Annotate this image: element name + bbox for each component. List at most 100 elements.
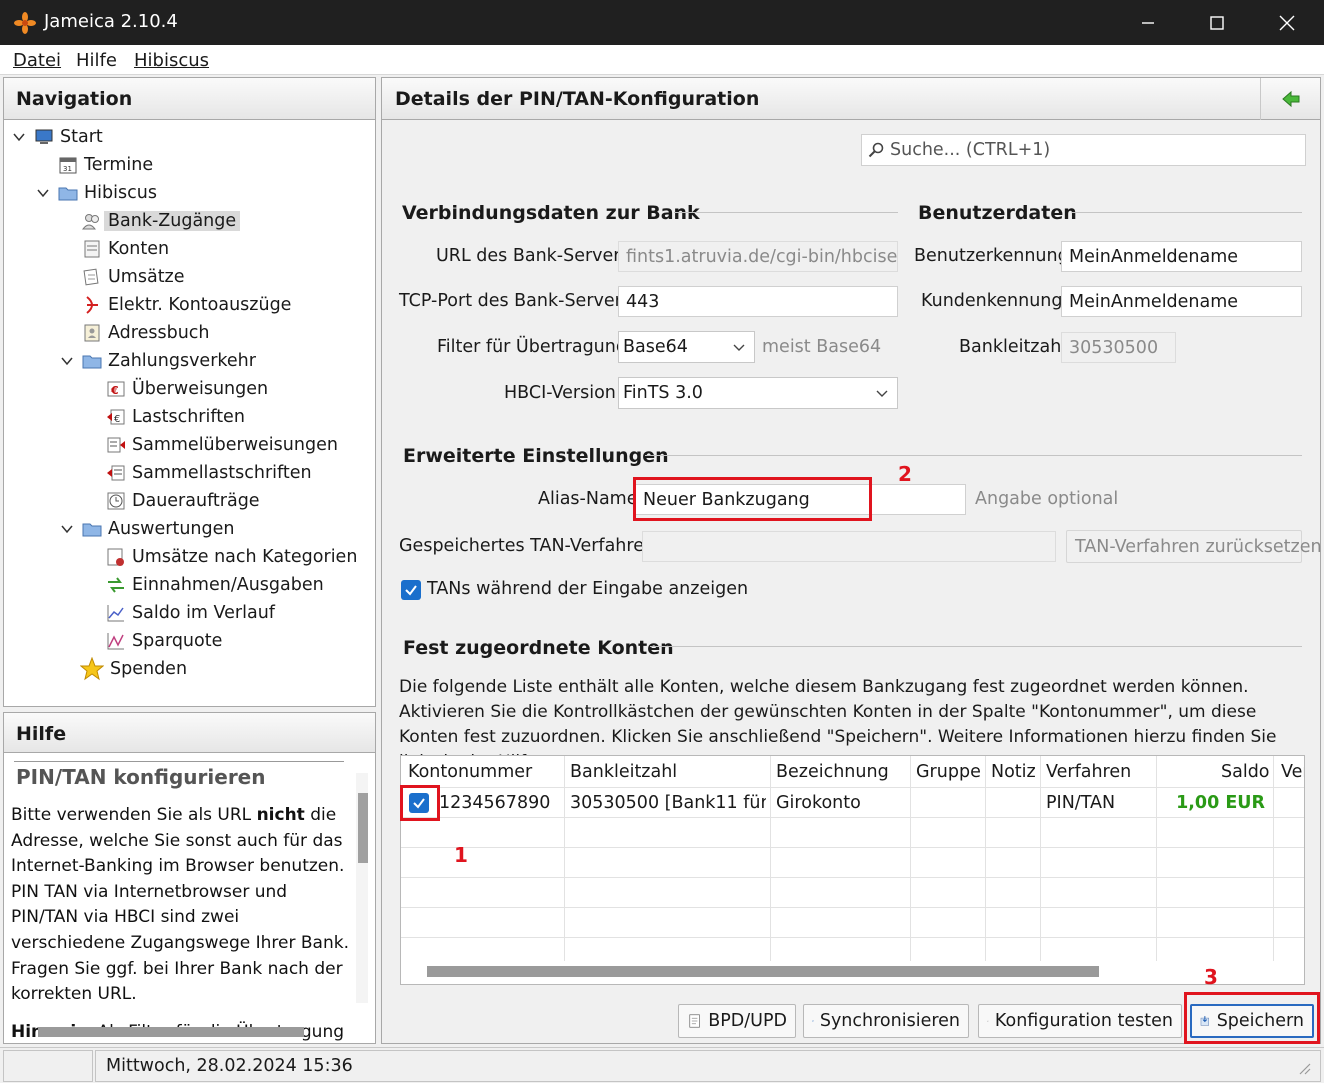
synchronize-button[interactable]: Synchronisieren	[803, 1004, 969, 1038]
annotation-number-1: 1	[454, 843, 468, 867]
help-panel: Hilfe PIN/TAN konfigurieren Bitte verwen…	[3, 712, 376, 1044]
nav-label: Adressbuch	[108, 323, 210, 343]
nav-item-kontoauszuege[interactable]: Elektr. Kontoauszüge	[82, 292, 291, 318]
nav-item-dauerauftraege[interactable]: Daueraufträge	[106, 488, 260, 514]
column-header-bankleitzahl[interactable]: Bankleitzahl	[570, 762, 677, 782]
save-button[interactable]: Speichern	[1190, 1004, 1314, 1038]
hbci-select[interactable]: FinTS 3.0	[618, 377, 898, 409]
nav-label: Sammelüberweisungen	[132, 435, 338, 455]
help-header: Hilfe	[4, 713, 375, 753]
nav-item-ueberweisungen[interactable]: € Überweisungen	[106, 376, 268, 402]
filter-select[interactable]: Base64	[618, 331, 755, 363]
column-header-ver[interactable]: Ver	[1281, 762, 1304, 782]
document-icon	[689, 1014, 700, 1028]
income-expense-icon	[108, 577, 124, 593]
nav-label: Hibiscus	[84, 183, 157, 203]
nav-item-einnahmen-ausgaben[interactable]: Einnahmen/Ausgaben	[106, 572, 324, 598]
tan-field	[642, 531, 1056, 562]
line-chart-icon	[107, 605, 124, 622]
search-input[interactable]: Suche... (CTRL+1)	[861, 134, 1306, 166]
account-icon	[84, 240, 100, 258]
section-divider	[674, 212, 898, 213]
userid-field[interactable]: MeinAnmeldename	[1061, 241, 1302, 272]
resize-grip-icon[interactable]	[1296, 1060, 1312, 1076]
transactions-icon	[83, 268, 99, 286]
maximize-icon	[1210, 15, 1224, 30]
nav-item-konten[interactable]: Konten	[82, 236, 169, 262]
nav-label: Bank-Zugänge	[104, 211, 241, 231]
nav-item-hibiscus[interactable]: Hibiscus	[36, 180, 157, 206]
sync-icon	[812, 1020, 814, 1022]
batch-debit-icon	[107, 465, 125, 481]
details-panel: Details der PIN/TAN-Konfiguration Suche.…	[381, 77, 1322, 1044]
status-datetime: Mittwoch, 28.02.2024 15:36	[95, 1050, 1321, 1082]
status-bar: Mittwoch, 28.02.2024 15:36	[0, 1047, 1324, 1083]
lightbulb-icon	[987, 1020, 989, 1022]
nav-label: Elektr. Kontoauszüge	[108, 295, 292, 315]
nav-item-saldo-verlauf[interactable]: Saldo im Verlauf	[106, 600, 275, 626]
port-field[interactable]: 443	[618, 286, 898, 317]
jameica-logo-icon	[14, 12, 36, 34]
collapse-icon[interactable]	[60, 354, 74, 368]
collapse-icon[interactable]	[12, 130, 26, 144]
svg-text:31: 31	[63, 165, 72, 173]
nav-item-lastschriften[interactable]: € Lastschriften	[106, 404, 245, 430]
column-header-verfahren[interactable]: Verfahren	[1046, 762, 1131, 782]
back-button[interactable]	[1260, 78, 1320, 120]
nav-item-sparquote[interactable]: Sparquote	[106, 628, 222, 654]
section-divider	[650, 646, 1302, 647]
nav-label: Konten	[108, 239, 170, 259]
show-tans-checkbox[interactable]	[401, 580, 421, 600]
nav-item-termine[interactable]: 31 Termine	[58, 152, 153, 178]
folder-icon	[82, 523, 102, 537]
nav-item-umsaetze-kategorien[interactable]: Umsätze nach Kategorien	[106, 544, 357, 570]
nav-label: Überweisungen	[132, 379, 269, 399]
menu-hilfe[interactable]: Hilfe	[76, 50, 117, 71]
nav-item-bank-zugaenge[interactable]: Bank-Zugänge	[82, 208, 241, 234]
nav-label: Sammellastschriften	[132, 463, 312, 483]
nav-item-start[interactable]: Start	[12, 124, 103, 150]
column-header-notiz[interactable]: Notiz	[991, 762, 1036, 782]
maximize-button[interactable]	[1182, 0, 1252, 45]
nav-item-spenden[interactable]: Spenden	[80, 656, 187, 682]
page-title: Details der PIN/TAN-Konfiguration	[395, 88, 760, 110]
batch-transfer-icon	[107, 437, 125, 453]
collapse-icon[interactable]	[36, 186, 50, 200]
column-header-bezeichnung[interactable]: Bezeichnung	[776, 762, 889, 782]
collapse-icon[interactable]	[60, 522, 74, 536]
menu-datei[interactable]: Datei	[13, 50, 61, 71]
alias-label: Alias-Name	[538, 489, 638, 509]
savings-chart-icon	[107, 633, 124, 650]
help-title: PIN/TAN konfigurieren	[16, 765, 266, 789]
menu-hibiscus[interactable]: Hibiscus	[134, 50, 209, 71]
nav-item-umsaetze[interactable]: Umsätze	[82, 264, 185, 290]
bpd-upd-button[interactable]: BPD/UPD	[678, 1004, 796, 1038]
navigation-header: Navigation	[4, 78, 375, 120]
minimize-button[interactable]	[1113, 0, 1183, 45]
window-title: Jameica 2.10.4	[44, 11, 178, 32]
filter-label: Filter für Übertragung	[437, 337, 627, 357]
help-text: Bitte verwenden Sie als URL nicht die Ad…	[11, 805, 349, 1042]
user-section-title: Benutzerdaten	[918, 202, 1077, 224]
tan-reset-button[interactable]: TAN-Verfahren zurücksetzen	[1066, 530, 1322, 563]
help-horizontal-scrollbar[interactable]	[38, 1027, 304, 1037]
help-vertical-scrollbar[interactable]	[356, 773, 368, 1003]
cell-verfahren: PIN/TAN	[1046, 793, 1116, 813]
table-horizontal-scrollbar[interactable]	[427, 966, 1099, 977]
star-icon	[80, 657, 104, 681]
accounts-table: Kontonummer Bankleitzahl Bezeichnung Gru…	[400, 755, 1305, 985]
nav-item-zahlungsverkehr[interactable]: Zahlungsverkehr	[60, 348, 256, 374]
customer-field[interactable]: MeinAnmeldename	[1061, 286, 1302, 317]
column-header-gruppe[interactable]: Gruppe	[916, 762, 981, 782]
nav-item-sammelueberweisungen[interactable]: Sammelüberweisungen	[106, 432, 338, 458]
annotation-box-1	[400, 785, 440, 821]
nav-item-sammellastschriften[interactable]: Sammellastschriften	[106, 460, 312, 486]
section-divider	[1072, 212, 1302, 213]
column-header-kontonummer[interactable]: Kontonummer	[408, 762, 532, 782]
nav-item-adressbuch[interactable]: Adressbuch	[82, 320, 210, 346]
test-configuration-button[interactable]: Konfiguration testen	[978, 1004, 1182, 1038]
close-button[interactable]	[1252, 0, 1322, 45]
nav-item-auswertungen[interactable]: Auswertungen	[60, 516, 234, 542]
column-header-saldo[interactable]: Saldo	[1221, 762, 1270, 782]
filter-hint: meist Base64	[762, 337, 882, 357]
